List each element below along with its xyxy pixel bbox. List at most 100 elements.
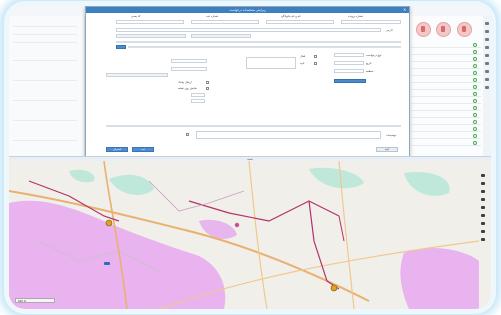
- notes-box[interactable]: [246, 57, 296, 69]
- active-checkbox[interactable]: [314, 55, 317, 58]
- save-button[interactable]: ثبت: [132, 147, 154, 152]
- tool-icon[interactable]: [481, 206, 485, 209]
- tool-icon[interactable]: [481, 222, 485, 225]
- map-scale: 500 m: [15, 298, 55, 303]
- tool-icon[interactable]: [485, 54, 489, 57]
- address-label: آدرس:: [386, 29, 394, 32]
- extra-checkbox[interactable]: [186, 133, 189, 136]
- list-item[interactable]: [411, 77, 481, 83]
- map-toolbar: [479, 166, 487, 266]
- description-input[interactable]: [196, 131, 381, 139]
- zone-area: [9, 200, 226, 309]
- option-select[interactable]: [106, 73, 168, 77]
- field-label: شماره پرونده: [348, 15, 363, 18]
- tool-icon[interactable]: [481, 230, 485, 233]
- sms-checkbox[interactable]: [206, 81, 209, 84]
- tool-icon[interactable]: [485, 78, 489, 81]
- option-select[interactable]: [171, 59, 207, 63]
- description-label: توضیحات:: [386, 134, 397, 137]
- list-item[interactable]: [411, 91, 481, 97]
- list-item[interactable]: [411, 98, 481, 104]
- address-input[interactable]: [116, 28, 381, 32]
- park-area: [109, 174, 154, 195]
- checkbox-label: ارسال پیامک: [178, 81, 192, 84]
- request-type-label: نوع درخواست:: [366, 54, 383, 57]
- list-item[interactable]: [411, 119, 481, 125]
- map-view[interactable]: [9, 161, 491, 309]
- left-panel-row: [13, 96, 77, 101]
- park-area: [309, 167, 364, 189]
- tool-icon[interactable]: [485, 62, 489, 65]
- map-canvas[interactable]: [9, 161, 491, 309]
- status-icon[interactable]: [436, 22, 451, 37]
- tool-icon[interactable]: [481, 214, 485, 217]
- field-label: نام و نام خانوادگی: [281, 15, 301, 18]
- date-input[interactable]: [334, 61, 364, 65]
- zoom-icon[interactable]: [481, 182, 485, 185]
- tool-icon[interactable]: [485, 70, 489, 73]
- list-item[interactable]: [411, 56, 481, 62]
- section-toggle[interactable]: [116, 45, 126, 49]
- main-road: [248, 161, 268, 309]
- separator: [128, 46, 401, 48]
- small-input[interactable]: [191, 93, 205, 97]
- list-item[interactable]: [411, 70, 481, 76]
- separator: [106, 125, 401, 127]
- park-area: [404, 171, 450, 196]
- right-toolbar: [483, 16, 491, 156]
- list-item[interactable]: [411, 133, 481, 139]
- status-icon[interactable]: [457, 22, 472, 37]
- tool-icon[interactable]: [485, 86, 489, 89]
- route-line: [188, 200, 340, 222]
- registration-input[interactable]: [191, 20, 259, 24]
- left-panel: [9, 16, 85, 156]
- tool-icon[interactable]: [485, 30, 489, 33]
- option-select[interactable]: [171, 67, 207, 71]
- checkbox-label: تایید: [300, 62, 305, 65]
- route-line: [338, 215, 345, 242]
- status-icon[interactable]: [416, 22, 431, 37]
- tool-icon[interactable]: [481, 238, 485, 241]
- select-location-button[interactable]: [334, 79, 366, 83]
- left-panel-row: [13, 136, 77, 141]
- left-panel-row: [13, 30, 77, 35]
- list-item[interactable]: [411, 105, 481, 111]
- map-pin-icon: [105, 219, 113, 227]
- tool-icon[interactable]: [485, 38, 489, 41]
- minor-road: [148, 180, 245, 212]
- confirm-checkbox[interactable]: [314, 62, 317, 65]
- tool-icon[interactable]: [485, 46, 489, 49]
- filter-row[interactable]: [191, 34, 251, 38]
- park-area: [69, 169, 95, 183]
- confirm-button[interactable]: تایید: [376, 147, 398, 152]
- tool-icon[interactable]: [485, 22, 489, 25]
- layers-icon[interactable]: [481, 190, 485, 193]
- list-item[interactable]: [411, 63, 481, 69]
- region-select[interactable]: [334, 69, 364, 73]
- list-item[interactable]: [411, 140, 481, 146]
- request-type-select[interactable]: [334, 53, 364, 57]
- list-item[interactable]: [411, 49, 481, 55]
- list-item[interactable]: [411, 112, 481, 118]
- dialog-title: ویرایش مشخصات درخواست: [86, 7, 409, 13]
- tool-icon[interactable]: [481, 198, 485, 201]
- small-input[interactable]: [191, 99, 205, 103]
- vehicle-icon: [104, 262, 110, 265]
- cancel-button[interactable]: انصراف: [106, 147, 128, 152]
- map-checkbox[interactable]: [206, 87, 209, 90]
- list-item[interactable]: [411, 84, 481, 90]
- separator: [116, 41, 401, 43]
- edit-dialog: ویرایش مشخصات درخواست × شماره پرونده نام…: [85, 6, 410, 158]
- left-panel-row: [13, 76, 77, 81]
- filter-row[interactable]: [116, 34, 186, 38]
- postal-code-input[interactable]: [116, 20, 184, 24]
- file-number-input[interactable]: [341, 20, 401, 24]
- list-item[interactable]: [411, 42, 481, 48]
- close-icon[interactable]: ×: [403, 8, 407, 12]
- checkbox-label: نمایش روی نقشه: [178, 87, 197, 90]
- map-pin-icon: [234, 222, 240, 228]
- zoom-icon[interactable]: [481, 174, 485, 177]
- name-input[interactable]: [266, 20, 334, 24]
- checkbox-label: فعال: [300, 55, 306, 58]
- list-item[interactable]: [411, 126, 481, 132]
